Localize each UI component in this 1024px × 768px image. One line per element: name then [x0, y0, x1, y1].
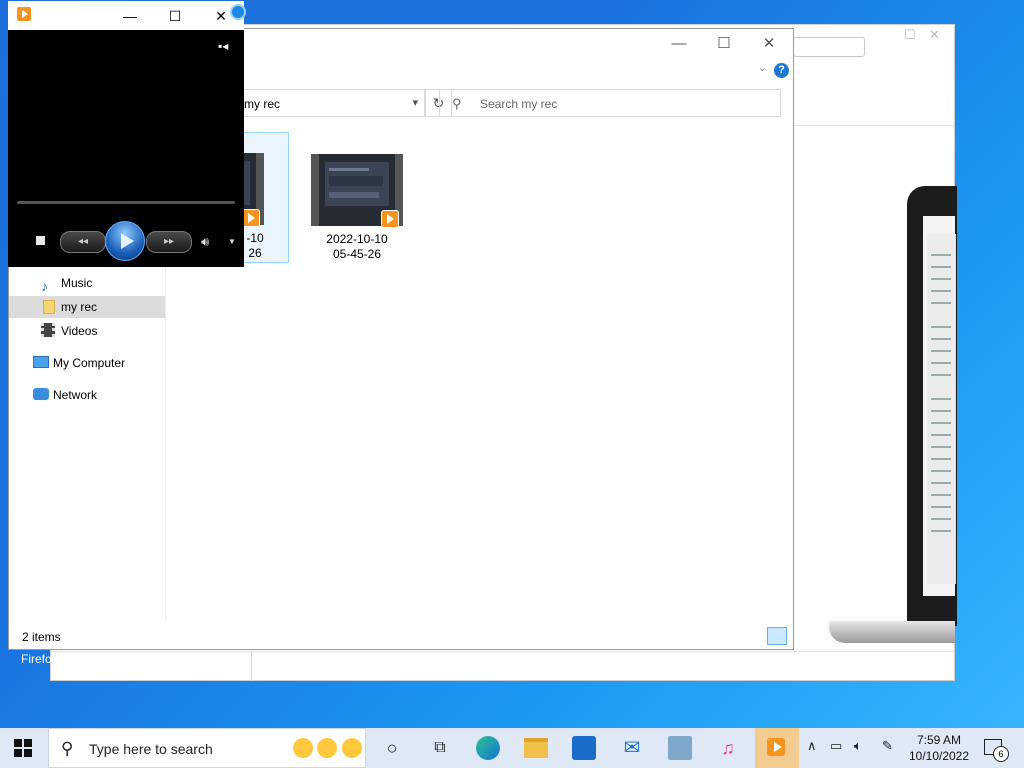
videos-icon — [41, 323, 55, 337]
laptop-image — [829, 186, 957, 646]
nav-item-music[interactable]: ♪ Music — [9, 272, 165, 294]
notification-count: 6 — [993, 746, 1009, 762]
computer-icon — [33, 356, 49, 368]
taskbar: ⚲ Type here to search ○ ⧉ ✉ ♫ ∧ ▭ 🔈︎ ✎ 7… — [0, 728, 1024, 768]
address-text: my rec — [244, 97, 280, 111]
stop-button[interactable] — [36, 236, 45, 245]
taskbar-search-box[interactable]: ⚲ Type here to search — [48, 728, 366, 768]
minimize-icon[interactable]: — — [656, 33, 702, 55]
clock-date: 10/10/2022 — [908, 749, 970, 763]
task-view-icon[interactable]: ⧉ — [428, 736, 452, 760]
search-placeholder: Search my rec — [480, 97, 558, 111]
file-explorer-icon[interactable] — [524, 738, 548, 758]
music-icon: ♪ — [41, 278, 48, 294]
folder-icon — [43, 300, 55, 314]
nav-item-label: My Computer — [53, 356, 126, 370]
nav-item-videos[interactable]: Videos — [9, 320, 165, 342]
chevron-down-icon[interactable]: ⌄ — [758, 61, 767, 74]
search-input[interactable]: ⚲ Search my rec — [439, 89, 781, 117]
switch-to-library-icon[interactable]: ▪◂ — [218, 39, 228, 53]
emoji-icon — [342, 738, 362, 758]
cortana-icon[interactable]: ○ — [380, 736, 404, 760]
media-player-icon — [17, 7, 31, 21]
play-button[interactable] — [105, 221, 145, 261]
taskbar-clock[interactable]: 7:59 AM 10/10/2022 — [906, 732, 972, 764]
volume-tray-icon[interactable]: 🔈︎ — [854, 738, 862, 754]
taskbar-search-placeholder: Type here to search — [89, 741, 213, 757]
clock-time: 7:59 AM — [916, 733, 962, 747]
firefox-desktop-label[interactable]: Firefo — [21, 652, 52, 666]
maximize-icon[interactable]: ☐ — [701, 33, 747, 55]
nav-item-label: Videos — [61, 324, 98, 338]
windows-start-icon[interactable] — [14, 739, 32, 757]
search-icon: ⚲ — [452, 96, 462, 111]
emoji-icon — [293, 738, 313, 758]
nav-item-label: Network — [53, 388, 98, 402]
network-icon — [33, 388, 49, 400]
emoji-icon — [317, 738, 337, 758]
file-name: 2022-10-10 05-45-26 — [309, 232, 405, 262]
file-item[interactable]: 2022-10-10 05-45-26 — [309, 132, 405, 262]
media-player-icon — [242, 209, 260, 227]
network-tray-icon[interactable]: ▭ — [830, 738, 842, 754]
cursor-indicator-icon — [230, 4, 246, 20]
laptop-screen-sidebar — [927, 234, 956, 584]
address-bar[interactable]: my rec ▾ — [239, 89, 425, 117]
pen-icon[interactable]: ✎ — [882, 738, 893, 754]
player-titlebar[interactable]: — ☐ ✕ — [8, 1, 244, 30]
chevron-down-icon[interactable]: ▼ — [228, 237, 236, 246]
nav-item-my-rec[interactable]: my rec — [9, 296, 165, 318]
previous-button[interactable]: ◂◂ — [60, 231, 106, 253]
background-maximize-icon[interactable]: ☐ — [904, 27, 918, 42]
large-icons-view-icon[interactable] — [767, 627, 787, 645]
nav-item-my-computer[interactable]: My Computer — [9, 352, 165, 374]
file-name-line: 05-45-26 — [332, 247, 382, 261]
nav-item-label: my rec — [61, 300, 97, 314]
itunes-icon[interactable]: ♫ — [716, 736, 740, 760]
nav-item-label: Music — [61, 276, 93, 290]
file-name-line: 2022-10-10 — [326, 232, 388, 246]
notifications-icon[interactable]: 6 — [984, 739, 1009, 762]
microsoft-store-icon[interactable] — [572, 736, 596, 760]
background-search-field[interactable] — [793, 37, 865, 57]
chevron-down-icon[interactable]: ▾ — [412, 96, 418, 109]
media-player-window: — ☐ ✕ ▪◂ ◂◂ ▸▸ 🔊︎ ▼ — [8, 1, 246, 267]
item-count: 2 items — [22, 630, 61, 644]
help-icon[interactable]: ? — [774, 63, 789, 78]
edge-browser-icon[interactable] — [476, 736, 500, 760]
show-hidden-icons-icon[interactable]: ∧ — [807, 738, 817, 754]
video-thumbnail — [311, 154, 403, 228]
nav-item-network[interactable]: Network — [9, 384, 165, 406]
background-close-icon[interactable]: ✕ — [929, 27, 943, 42]
media-player-taskbar-button[interactable] — [755, 728, 799, 768]
status-bar: 2 items — [9, 627, 793, 647]
next-button[interactable]: ▸▸ — [146, 231, 192, 253]
details-view-icon[interactable] — [746, 627, 766, 645]
close-icon[interactable]: ✕ — [746, 33, 792, 55]
background-divider-vertical — [251, 651, 252, 681]
media-player-icon — [381, 210, 399, 228]
background-divider — [51, 651, 954, 652]
search-icon: ⚲ — [61, 739, 74, 758]
minimize-icon[interactable]: — — [115, 5, 145, 27]
maximize-icon[interactable]: ☐ — [160, 5, 190, 27]
network-app-icon[interactable] — [668, 736, 692, 760]
mail-icon[interactable]: ✉ — [620, 736, 644, 760]
volume-icon[interactable]: 🔊︎ — [201, 234, 209, 250]
seek-bar[interactable] — [17, 201, 235, 204]
laptop-base — [829, 621, 955, 643]
